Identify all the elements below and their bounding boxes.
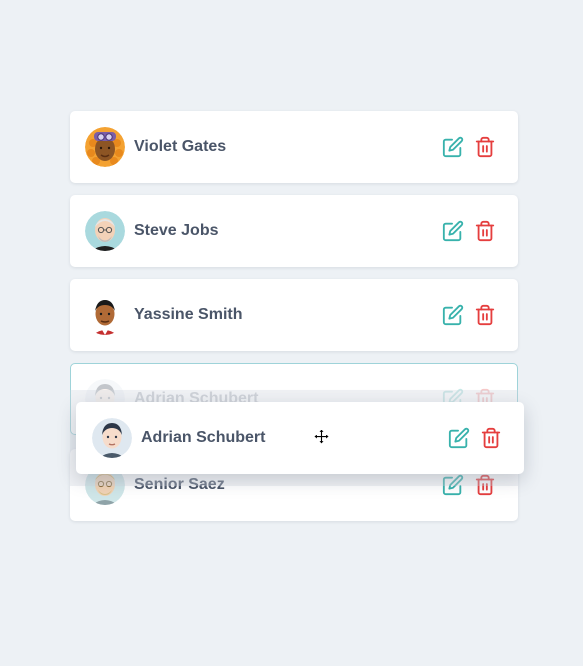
avatar-adrian-icon	[92, 418, 132, 458]
edit-icon[interactable]	[442, 304, 464, 326]
list-item-name: Yassine Smith	[134, 306, 243, 323]
list-item[interactable]: Violet Gates	[70, 111, 518, 183]
avatar-steve-icon	[85, 211, 125, 251]
avatar-yassine-icon	[85, 295, 125, 335]
trash-icon[interactable]	[474, 304, 496, 326]
trash-icon[interactable]	[474, 136, 496, 158]
list-item[interactable]: Yassine Smith	[70, 279, 518, 351]
avatar-violet-icon	[85, 127, 125, 167]
edit-icon[interactable]	[442, 136, 464, 158]
edit-icon[interactable]	[442, 220, 464, 242]
trash-icon[interactable]	[480, 427, 502, 449]
edit-icon[interactable]	[448, 427, 470, 449]
list-item-name: Violet Gates	[134, 138, 227, 155]
list-item[interactable]: Steve Jobs	[70, 195, 518, 267]
list-item-name: Steve Jobs	[134, 222, 219, 239]
move-cursor-icon	[313, 428, 330, 445]
list-item-name: Adrian Schubert	[141, 429, 266, 446]
trash-icon[interactable]	[474, 220, 496, 242]
dragging-list-item[interactable]: Adrian Schubert	[76, 402, 524, 474]
